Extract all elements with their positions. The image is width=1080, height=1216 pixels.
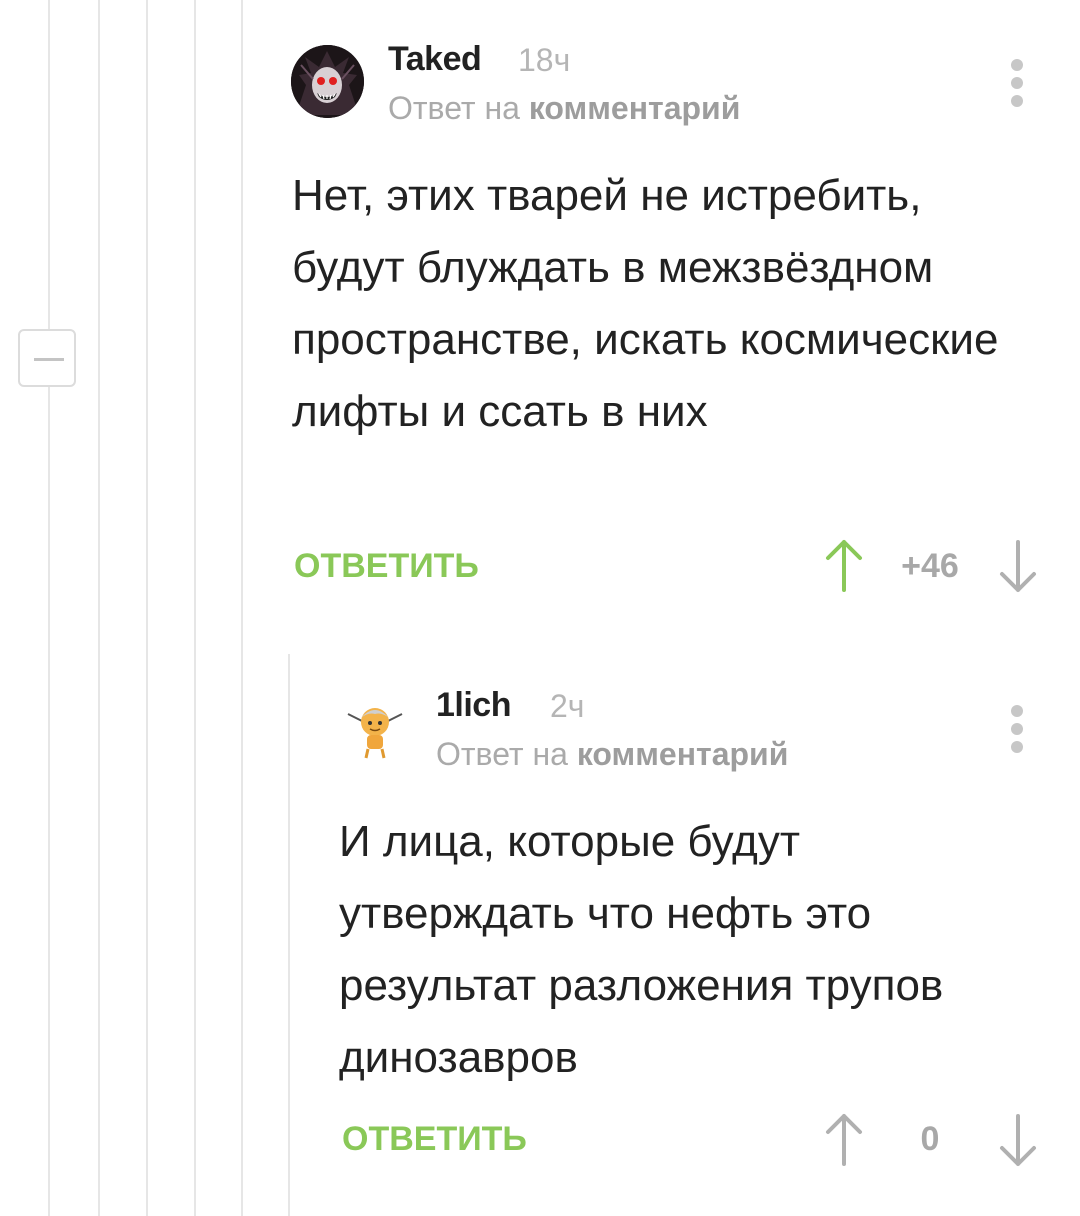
reply-button[interactable]: ОТВЕТИТЬ <box>342 1120 527 1159</box>
rating-value: 0 <box>920 1120 940 1158</box>
upvote-button[interactable] <box>822 1112 866 1168</box>
arrow-down-icon <box>1000 540 1036 592</box>
collapse-thread-button[interactable] <box>18 329 76 387</box>
reply-to-link[interactable]: комментарий <box>577 736 789 772</box>
avatar[interactable] <box>338 692 412 766</box>
thread-line <box>48 0 50 1216</box>
reply-to-info: Ответ на комментарий <box>388 90 740 127</box>
thread-line <box>288 654 290 1216</box>
comment-author[interactable]: 1lich <box>436 686 511 725</box>
avatar[interactable] <box>291 45 364 118</box>
comment-body: Нет, этих тварей не истребить, будут блу… <box>292 171 999 436</box>
arrow-up-icon <box>826 540 862 592</box>
minus-icon <box>34 358 64 361</box>
comment-body: И лица, которые будут утверждать что неф… <box>339 817 944 1082</box>
reply-to-info: Ответ на комментарий <box>436 736 788 773</box>
comment-author[interactable]: Taked <box>388 40 482 79</box>
comment-time: 2ч <box>550 688 585 724</box>
reply-to-link[interactable]: комментарий <box>529 90 741 126</box>
thread-line <box>146 0 148 1216</box>
downvote-button[interactable] <box>996 538 1040 594</box>
thread-line <box>194 0 196 1216</box>
reply-to-prefix: Ответ на <box>436 736 568 772</box>
downvote-button[interactable] <box>996 1112 1040 1168</box>
thread-line <box>241 0 243 1216</box>
dot <box>1011 723 1023 735</box>
more-vertical-icon[interactable] <box>1002 702 1032 760</box>
comment-thread-page: Taked 18ч Ответ на комментарий Нет, этих… <box>0 0 1080 1216</box>
rating-value: +46 <box>901 547 959 585</box>
dot <box>1011 95 1023 107</box>
upvote-button[interactable] <box>822 538 866 594</box>
reply-to-prefix: Ответ на <box>388 90 520 126</box>
dot <box>1011 77 1023 89</box>
comment-time: 18ч <box>518 42 571 78</box>
cartoon-character-avatar-icon <box>338 692 412 766</box>
arrow-up-icon <box>826 1114 862 1166</box>
more-vertical-icon[interactable] <box>1002 56 1032 114</box>
arrow-down-icon <box>1000 1114 1036 1166</box>
reply-button[interactable]: ОТВЕТИТЬ <box>294 547 479 586</box>
thread-line <box>98 0 100 1216</box>
dot <box>1011 59 1023 71</box>
dot <box>1011 741 1023 753</box>
dot <box>1011 705 1023 717</box>
dark-creature-avatar-icon <box>291 45 364 118</box>
